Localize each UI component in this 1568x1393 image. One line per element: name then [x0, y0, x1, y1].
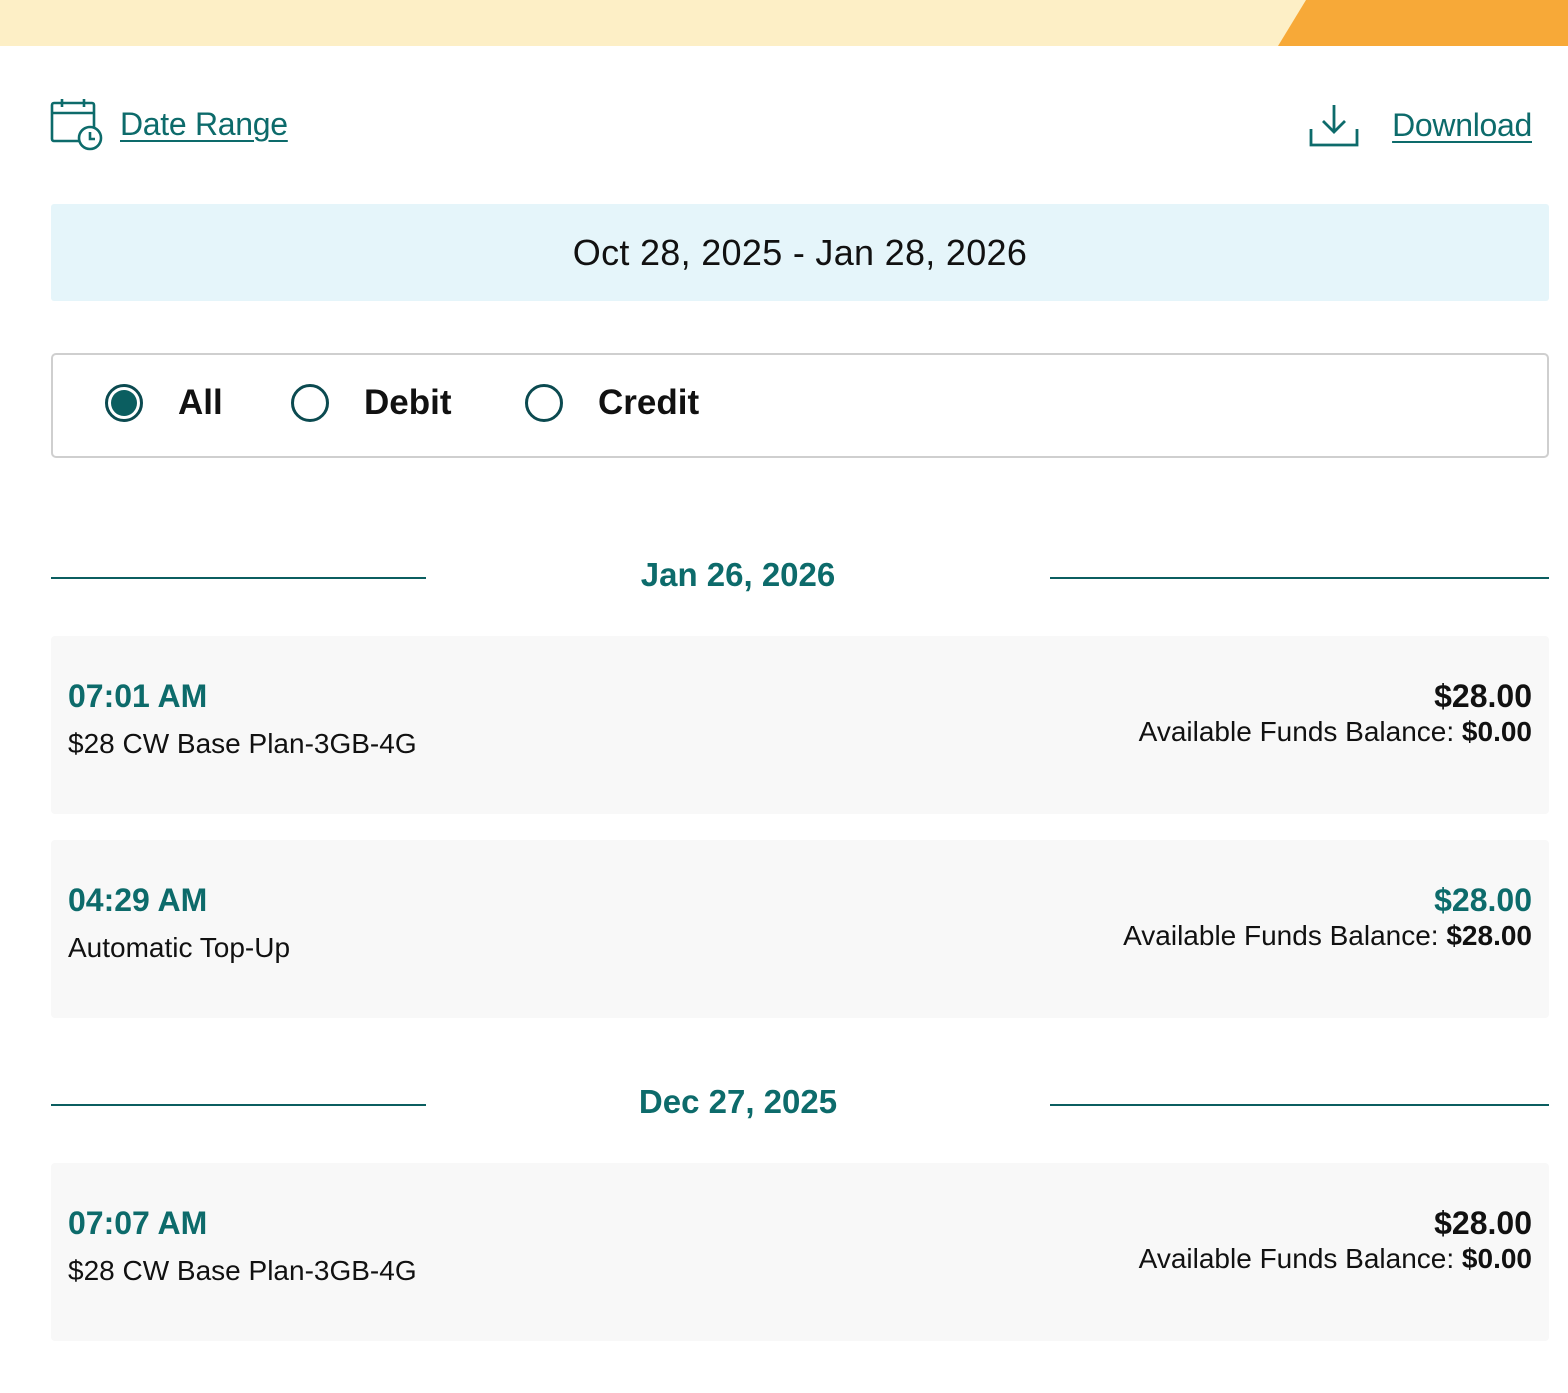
filter-credit-label: Credit [598, 383, 700, 422]
filter-credit-radio[interactable]: Credit [525, 383, 699, 423]
calendar-clock-icon [50, 99, 103, 151]
balance-text: Available Funds Balance: $0.00 [1139, 1243, 1532, 1275]
date-separator: Jan 26, 2026 [51, 550, 1549, 610]
download-button[interactable]: Download [1308, 98, 1532, 152]
transaction-row[interactable]: 04:29 AM Automatic Top-Up $28.00 Availab… [51, 840, 1549, 1018]
balance-label: Available Funds Balance: [1138, 716, 1455, 747]
radio-selected-icon [105, 384, 143, 422]
balance-value: $28.00 [1446, 920, 1532, 951]
transaction-amount: $28.00 [1434, 678, 1532, 714]
balance-text: Available Funds Balance: $28.00 [1123, 920, 1532, 952]
radio-unselected-icon [291, 384, 329, 422]
group-date: Jan 26, 2026 [640, 556, 836, 593]
transaction-row[interactable]: 07:07 AM $28 CW Base Plan-3GB-4G $28.00 … [51, 1163, 1549, 1341]
date-separator: Dec 27, 2025 [51, 1077, 1549, 1137]
download-icon [1309, 105, 1359, 147]
date-range-text: Oct 28, 2025 - Jan 28, 2026 [572, 231, 1028, 273]
balance-value: $0.00 [1461, 1243, 1532, 1274]
filter-debit-radio[interactable]: Debit [291, 383, 452, 423]
transaction-description: $28 CW Base Plan-3GB-4G [68, 1255, 417, 1286]
transaction-time: 07:01 AM [68, 678, 208, 714]
radio-unselected-icon [525, 384, 563, 422]
date-range-button[interactable]: Date Range [50, 96, 288, 152]
banner-accent [1278, 0, 1568, 46]
filter-debit-label: Debit [364, 383, 452, 422]
transaction-type-filter: All Debit Credit [51, 353, 1549, 458]
transaction-description: Automatic Top-Up [68, 932, 291, 963]
transaction-amount: $28.00 [1434, 1205, 1532, 1241]
transaction-description: $28 CW Base Plan-3GB-4G [68, 728, 417, 759]
transaction-row[interactable]: 07:01 AM $28 CW Base Plan-3GB-4G $28.00 … [51, 636, 1549, 814]
transaction-time: 07:07 AM [68, 1205, 208, 1241]
filter-all-radio[interactable]: All [105, 383, 223, 423]
selected-date-range: Oct 28, 2025 - Jan 28, 2026 [51, 204, 1549, 301]
download-label: Download [1392, 106, 1532, 143]
balance-label: Available Funds Balance: [1138, 1243, 1455, 1274]
group-date: Dec 27, 2025 [638, 1083, 838, 1120]
filter-all-label: All [178, 383, 223, 422]
balance-label: Available Funds Balance: [1123, 920, 1439, 951]
balance-value: $0.00 [1461, 716, 1532, 747]
date-range-label: Date Range [120, 105, 288, 142]
balance-text: Available Funds Balance: $0.00 [1139, 716, 1532, 748]
top-banner [0, 0, 1568, 46]
transaction-time: 04:29 AM [68, 882, 208, 918]
transaction-amount: $28.00 [1434, 882, 1532, 918]
